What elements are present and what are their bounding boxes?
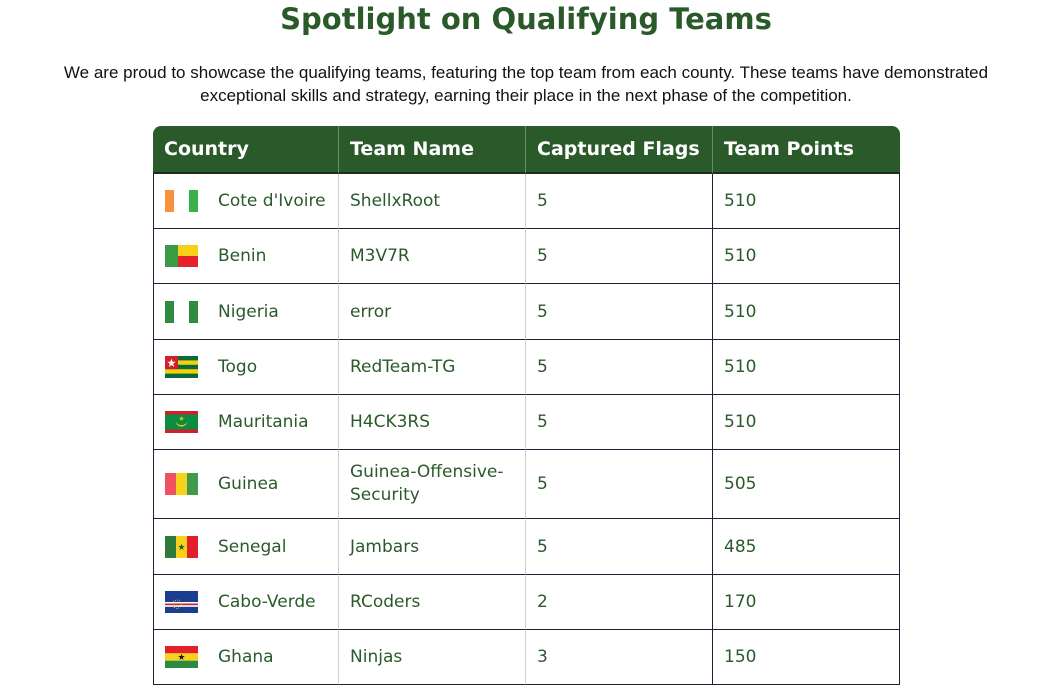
- table-header-row: Country Team Name Captured Flags Team Po…: [153, 126, 900, 174]
- captured-flags-cell: 5: [526, 174, 713, 229]
- page-title: Spotlight on Qualifying Teams: [280, 2, 772, 36]
- country-cell: Mauritania: [153, 395, 339, 450]
- guinea-flag-icon: [165, 473, 198, 495]
- togo-flag-icon: [165, 356, 198, 378]
- country-cell: Nigeria: [153, 284, 339, 340]
- team-name-cell: error: [339, 284, 526, 340]
- country-name: Mauritania: [218, 412, 309, 432]
- captured-flags-cell: 3: [526, 630, 713, 685]
- team-name-cell: RCoders: [339, 575, 526, 630]
- team-name-cell: Jambars: [339, 519, 526, 575]
- header-team-points: Team Points: [713, 126, 900, 174]
- intro-line-1: We are proud to showcase the qualifying …: [63, 63, 989, 82]
- ghana-flag-icon: [165, 646, 198, 668]
- table-row: Ghana Ninjas 3 150: [153, 630, 900, 685]
- senegal-flag-icon: [165, 535, 198, 558]
- team-points-cell: 170: [713, 575, 900, 630]
- country-name: Guinea: [218, 474, 279, 494]
- team-points-cell: 485: [713, 519, 900, 575]
- header-country: Country: [153, 126, 339, 174]
- team-points-cell: 510: [713, 395, 900, 450]
- team-name-line-2: Security: [350, 485, 420, 505]
- captured-flags-cell: 5: [526, 229, 713, 284]
- team-name-cell: ShellxRoot: [339, 174, 526, 229]
- benin-flag-icon: [165, 245, 198, 267]
- team-name-cell: Guinea-Offensive- Security: [339, 450, 526, 519]
- team-points-cell: 510: [713, 174, 900, 229]
- captured-flags-cell: 5: [526, 395, 713, 450]
- captured-flags-cell: 5: [526, 519, 713, 575]
- country-name: Senegal: [218, 536, 287, 557]
- team-name-cell: H4CK3RS: [339, 395, 526, 450]
- table-row: Guinea Guinea-Offensive- Security 5 505: [153, 450, 900, 519]
- country-name: Ghana: [218, 647, 274, 667]
- team-name-cell: Ninjas: [339, 630, 526, 685]
- qualifying-teams-table-container: Country Team Name Captured Flags Team Po…: [153, 126, 900, 685]
- team-name-line-1: Guinea-Offensive-: [350, 462, 504, 482]
- country-cell: Guinea: [153, 450, 339, 519]
- captured-flags-cell: 2: [526, 575, 713, 630]
- nigeria-flag-icon: [165, 300, 198, 323]
- country-name: Benin: [218, 246, 267, 266]
- country-cell: Benin: [153, 229, 339, 284]
- table-row: Nigeria error 5 510: [153, 284, 900, 340]
- qualifying-teams-table: Country Team Name Captured Flags Team Po…: [153, 126, 900, 685]
- country-name: Togo: [218, 357, 258, 377]
- header-captured-flags: Captured Flags: [526, 126, 713, 174]
- country-cell: Cote d'Ivoire: [153, 174, 339, 229]
- country-name: Cabo-Verde: [218, 592, 316, 612]
- country-cell: Ghana: [153, 630, 339, 685]
- captured-flags-cell: 5: [526, 450, 713, 519]
- country-name: Cote d'Ivoire: [218, 191, 326, 211]
- table-row: Cote d'Ivoire ShellxRoot 5 510: [153, 174, 900, 229]
- team-points-cell: 510: [713, 340, 900, 395]
- team-points-cell: 505: [713, 450, 900, 519]
- table-row: Senegal Jambars 5 485: [153, 519, 900, 575]
- country-cell: Senegal: [153, 519, 339, 575]
- team-name-cell: M3V7R: [339, 229, 526, 284]
- country-name: Nigeria: [218, 301, 279, 322]
- header-team-name: Team Name: [339, 126, 526, 174]
- table-row: Cabo-Verde RCoders 2 170: [153, 575, 900, 630]
- cote-divoire-flag-icon: [165, 190, 198, 212]
- country-cell: Togo: [153, 340, 339, 395]
- cabo-verde-flag-icon: [165, 591, 198, 613]
- table-row: Mauritania H4CK3RS 5 510: [153, 395, 900, 450]
- team-points-cell: 510: [713, 229, 900, 284]
- intro-line-2: exceptional skills and strategy, earning…: [200, 86, 852, 105]
- team-points-cell: 150: [713, 630, 900, 685]
- team-points-cell: 510: [713, 284, 900, 340]
- mauritania-flag-icon: [165, 411, 198, 433]
- intro-paragraph: We are proud to showcase the qualifying …: [0, 61, 1052, 107]
- team-name-cell: RedTeam-TG: [339, 340, 526, 395]
- country-cell: Cabo-Verde: [153, 575, 339, 630]
- captured-flags-cell: 5: [526, 340, 713, 395]
- table-row: Togo RedTeam-TG 5 510: [153, 340, 900, 395]
- table-row: Benin M3V7R 5 510: [153, 229, 900, 284]
- captured-flags-cell: 5: [526, 284, 713, 340]
